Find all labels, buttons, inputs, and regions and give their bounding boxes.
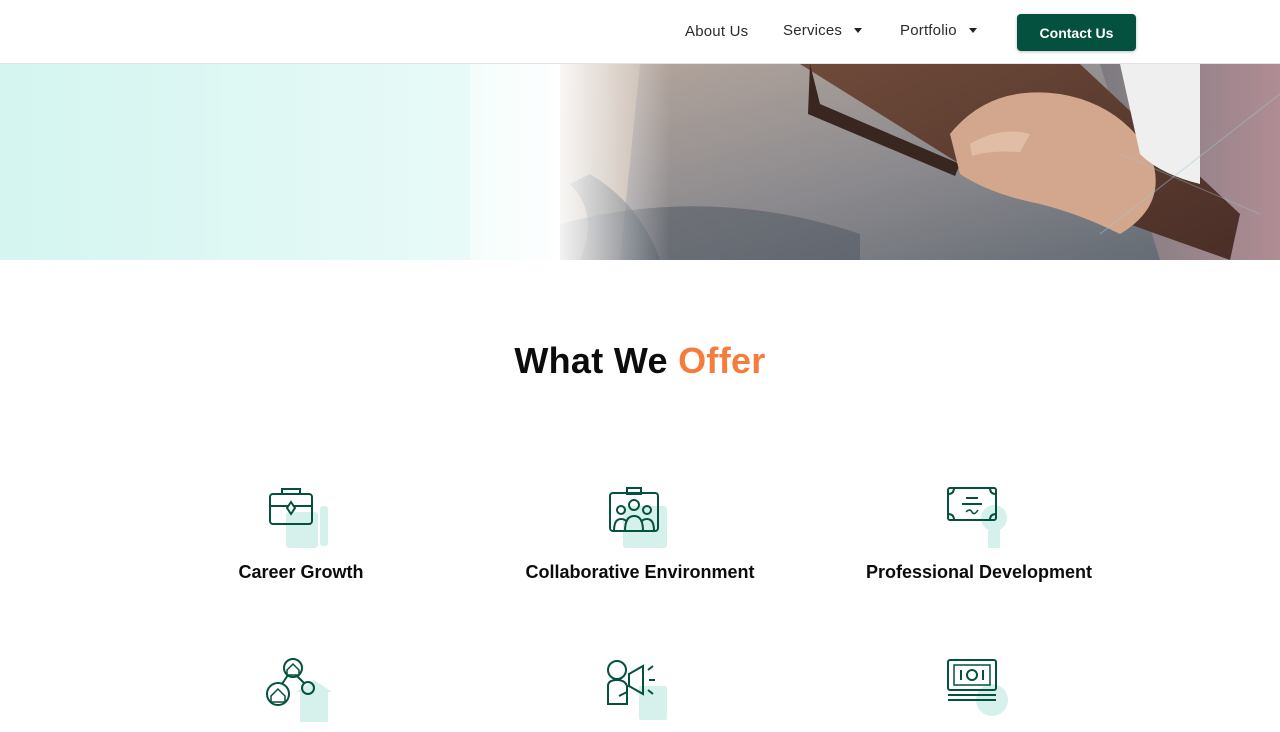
nav-about-us[interactable]: About Us [685,23,748,40]
offer-item-6 [819,656,1139,732]
speaker-megaphone-icon [607,660,667,720]
chevron-down-icon[interactable] [968,27,977,33]
offer-item-4 [141,656,461,732]
contact-us-button[interactable]: Contact Us [1017,14,1136,51]
offer-item-5 [480,656,800,732]
offer-label: Collaborative Environment [525,562,755,582]
offer-label: Career Growth [238,562,364,582]
briefcase-icon [269,488,328,548]
offer-professional-development: Professional Development [819,486,1139,583]
offer-collaborative-environment: Collaborative Environment [480,486,800,583]
certificate-icon [947,487,1007,548]
network-home-icon [266,658,332,722]
section-title-main: What We [514,340,668,381]
section-title: What We Offer [0,340,1280,382]
offer-career-growth: Career Growth [141,486,461,583]
hero-banner [0,64,1280,260]
nav-portfolio[interactable]: Portfolio [900,22,977,39]
site-header: About Us Services Portfolio Contact Us [0,0,1280,64]
section-title-accent: Offer [678,340,766,381]
money-stack-icon [947,659,1008,716]
nav-services[interactable]: Services [783,22,863,39]
chevron-down-icon[interactable] [854,27,863,33]
team-icon [609,487,667,548]
nav-portfolio-label: Portfolio [900,22,957,39]
offer-label: Professional Development [865,562,1093,582]
nav-services-label: Services [783,22,843,39]
hero-fade [470,64,670,260]
